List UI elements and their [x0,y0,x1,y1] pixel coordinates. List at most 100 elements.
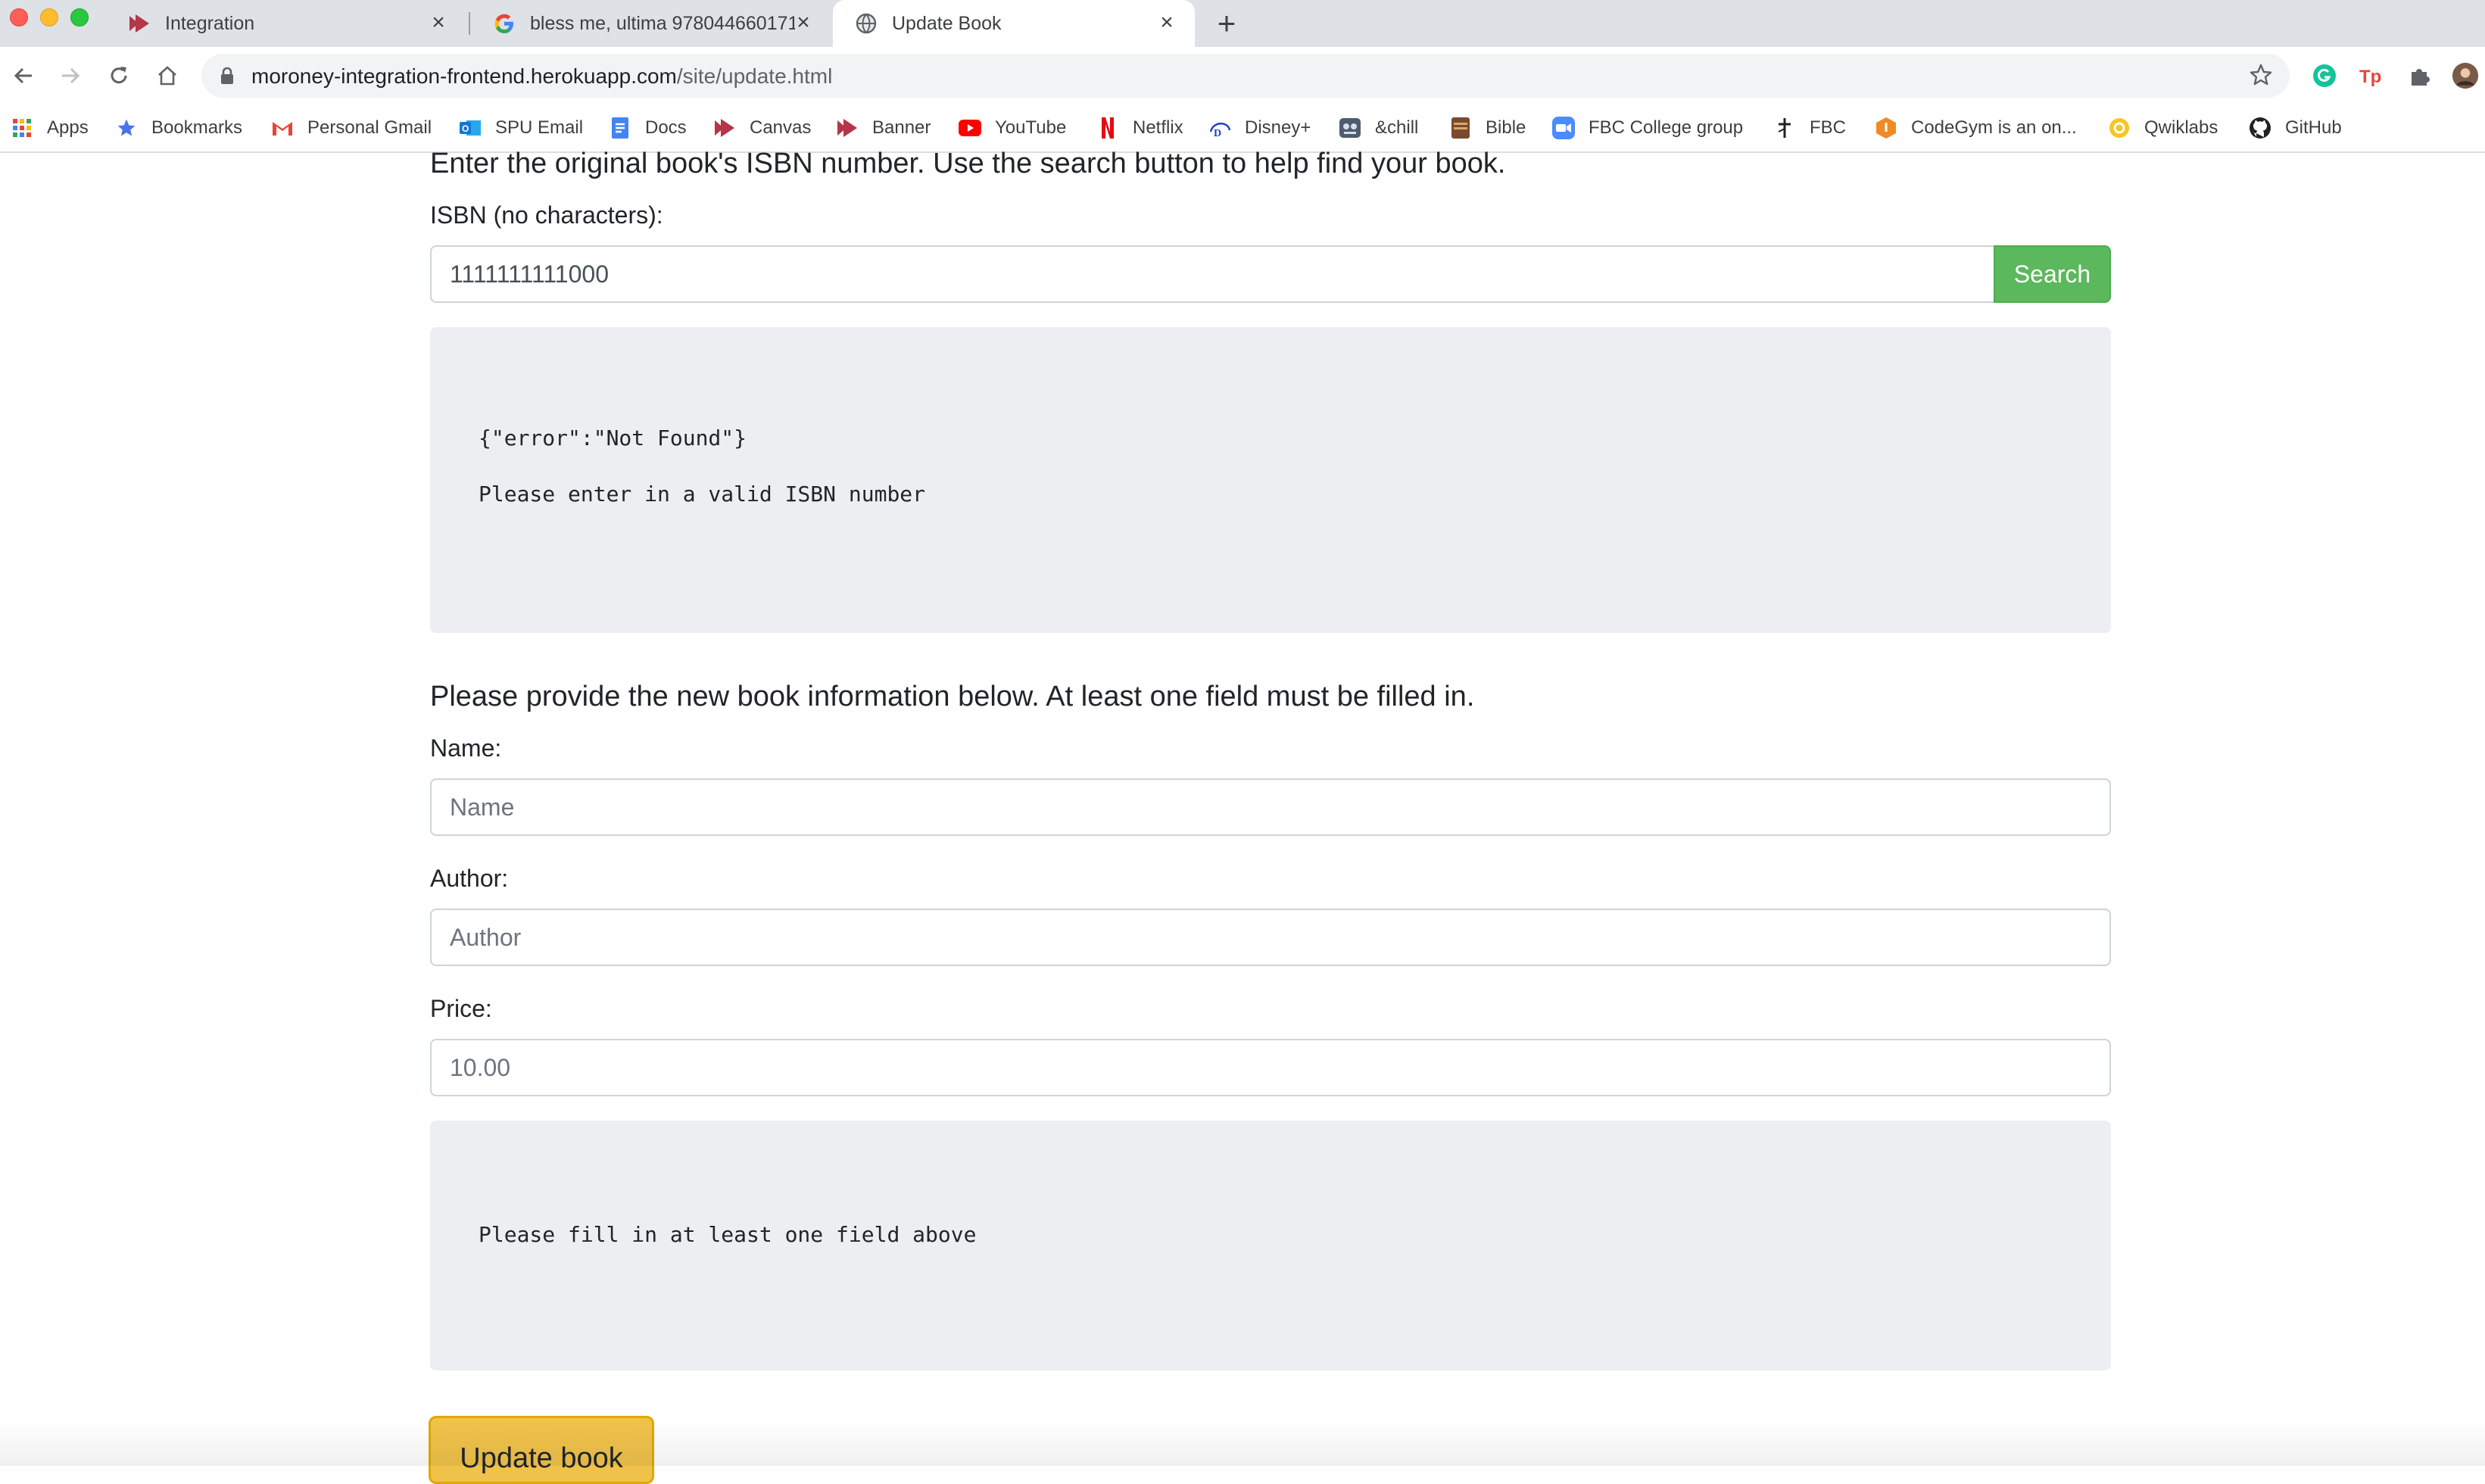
docs-icon [609,117,631,139]
update-book-button[interactable]: Update book [429,1416,654,1484]
bible-icon [1449,117,1472,139]
bookmark-canvas[interactable]: Canvas [713,112,811,144]
close-tab-icon[interactable]: × [792,11,815,34]
back-arrow-icon[interactable] [6,58,41,93]
google-icon [492,11,516,36]
gmail-icon [271,117,294,139]
minimize-window-button[interactable] [40,8,58,26]
bookmark-label: FBC [1810,117,1846,138]
bookmark-bookmarks[interactable]: Bookmarks [115,112,242,144]
new-tab-icon[interactable]: + [1210,8,1243,41]
isbn-label: ISBN (no characters): [430,201,663,229]
name-input[interactable] [430,778,2111,836]
zoom-window-button[interactable] [70,8,89,26]
profile-avatar[interactable] [2452,62,2479,89]
bookmark-fbc[interactable]: FBC [1773,112,1846,144]
fill-field-message: Please fill in at least one field above [479,1222,977,1247]
page-content: Enter the original book's ISBN number. U… [0,148,2485,1484]
error-json-text: {"error":"Not Found"} [479,426,747,450]
outlook-icon: O [459,117,482,139]
bookmark-label: &chill [1375,117,1419,138]
close-tab-icon[interactable]: × [427,11,450,34]
tp-extension-icon[interactable]: Tp [2358,62,2385,89]
price-input[interactable] [430,1039,2111,1096]
search-button[interactable]: Search [1994,245,2111,303]
extensions-puzzle-icon[interactable] [2406,62,2434,89]
svg-text:O: O [462,123,469,134]
disney-icon: D [1208,117,1231,139]
bookmark-label: SPU Email [495,117,584,138]
bookmark-personal-gmail[interactable]: Personal Gmail [271,112,432,144]
youtube-icon [959,117,981,139]
bookmark-label: Bible [1486,117,1526,138]
bookmark-label: Docs [645,117,687,138]
bookmark-label: GitHub [2285,117,2342,138]
bookmark-label: Disney+ [1245,117,1311,138]
apps-grid-icon [11,117,33,139]
price-label: Price: [430,995,492,1022]
codegym-icon [1875,117,1897,139]
chill-icon [1339,117,1361,139]
bookmark-banner[interactable]: Banner [836,112,931,144]
search-result-panel: {"error":"Not Found"} Please enter in a … [430,327,2111,633]
bookmark-apps[interactable]: Apps [11,112,89,144]
bookmark-star-icon[interactable] [2249,63,2273,91]
bookmark-qwiklabs[interactable]: Qwiklabs [2108,112,2218,144]
tab-google-search[interactable]: bless me, ultima 9780446601719 × [471,0,831,47]
author-input[interactable] [430,909,2111,966]
forward-arrow-icon[interactable] [53,58,88,93]
reload-icon[interactable] [101,58,136,93]
bookmark-docs[interactable]: Docs [609,112,687,144]
grammarly-icon[interactable] [2311,62,2338,89]
bookmark-codegym[interactable]: CodeGym is an on... [1875,112,2077,144]
bookmark-chill[interactable]: &chill [1339,112,1418,144]
name-label: Name: [430,734,502,762]
address-bar[interactable]: moroney-integration-frontend.herokuapp.c… [201,54,2290,98]
author-label: Author: [430,865,509,892]
tab-title: Integration [165,12,255,34]
bookmark-bible[interactable]: Bible [1449,112,1526,144]
canvas-icon [836,117,859,139]
bookmark-label: YouTube [995,117,1067,138]
bookmark-disney[interactable]: D Disney+ [1208,112,1311,144]
bookmark-label: CodeGym is an on... [1911,117,2077,138]
github-icon [2249,117,2271,139]
svg-text:D: D [1214,128,1221,138]
bookmark-label: Canvas [750,117,812,138]
home-icon[interactable] [150,58,185,93]
url-text: moroney-integration-frontend.herokuapp.c… [251,64,833,88]
browser-toolbar: moroney-integration-frontend.herokuapp.c… [0,47,2485,104]
qwiklabs-icon [2108,117,2131,139]
bookmark-label: Netflix [1133,117,1183,138]
tab-update-book[interactable]: Update Book × [833,0,1195,47]
canvas-icon [713,117,736,139]
bookmark-netflix[interactable]: Netflix [1096,112,1183,144]
tab-integration[interactable]: Integration × [106,0,466,47]
bookmark-label: Personal Gmail [307,117,432,138]
svg-text:Tp: Tp [2359,67,2381,87]
lock-icon[interactable] [220,67,235,89]
update-result-panel: Please fill in at least one field above [430,1121,2111,1370]
tab-strip: Integration × bless me, ultima 978044660… [0,0,2485,47]
bookmark-github[interactable]: GitHub [2249,112,2342,144]
bookmark-label: Banner [872,117,931,138]
bookmark-label: Qwiklabs [2144,117,2218,138]
bookmark-label: Bookmarks [151,117,243,138]
bookmark-label: FBC College group [1589,117,1744,138]
close-window-button[interactable] [10,8,28,26]
star-icon [115,117,138,139]
globe-icon [854,11,878,36]
bookmark-fbc-college-group[interactable]: FBC College group [1552,112,1743,144]
bookmark-youtube[interactable]: YouTube [959,112,1066,144]
bookmark-spu-email[interactable]: O SPU Email [459,112,583,144]
close-tab-icon[interactable]: × [1155,11,1178,34]
update-section-heading: Please provide the new book information … [430,681,1475,712]
tab-title: Update Book [892,12,1002,34]
zoom-icon [1552,117,1575,139]
isbn-input[interactable] [430,245,1995,303]
canvas-icon [127,11,151,36]
bookmarks-bar: Apps Bookmarks Personal Gmail O SPU Emai… [0,104,2485,153]
isbn-section-heading: Enter the original book's ISBN number. U… [430,148,1506,179]
tab-separator [469,12,470,35]
invalid-isbn-message: Please enter in a valid ISBN number [479,482,926,507]
